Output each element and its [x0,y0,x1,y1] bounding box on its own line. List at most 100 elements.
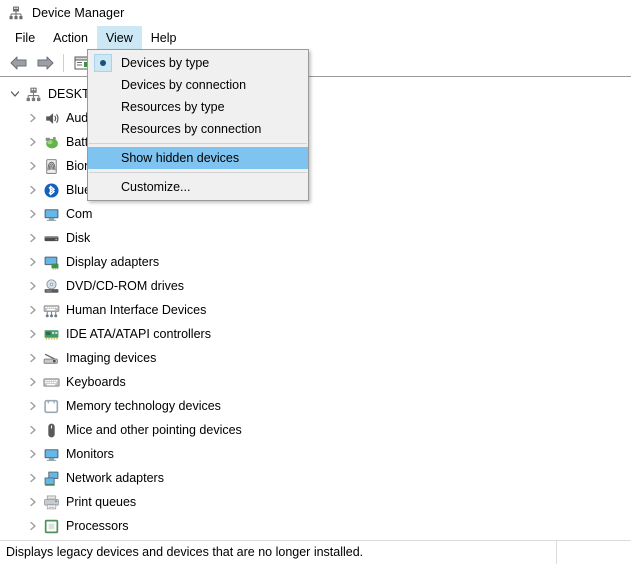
menu-item-label: Resources by type [121,100,225,114]
chevron-right-icon[interactable] [24,298,42,322]
scanner-icon [42,349,60,367]
chevron-right-icon[interactable] [24,322,42,346]
radio-selected-icon [88,52,118,74]
chevron-right-icon[interactable] [24,226,42,250]
hid-icon [42,301,60,319]
menu-item-label: Show hidden devices [121,151,240,165]
menu-view[interactable]: View [96,26,142,49]
forward-arrow-icon [37,56,54,69]
chevron-right-icon[interactable] [24,442,42,466]
menu-item-label: Customize... [121,180,191,194]
menu-gutter [88,74,118,96]
keyboard-icon [42,373,60,391]
tree-item-label: Disk [66,231,91,245]
memory-icon [42,397,60,415]
tree-item-label: Mice and other pointing devices [66,423,242,437]
mouse-icon [42,421,60,439]
device-manager-icon [8,5,24,21]
tree-item-label: Processors [66,519,129,533]
chevron-right-icon[interactable] [24,202,42,226]
tree-item-dvd-cd-rom-drives[interactable]: DVD/CD-ROM drives [0,274,631,298]
tree-item-label: DVD/CD-ROM drives [66,279,185,293]
tree-item-mice-and-other-pointing-devices[interactable]: Mice and other pointing devices [0,418,631,442]
menu-separator-2 [89,172,307,173]
disk-icon [42,229,60,247]
menu-gutter [88,176,118,198]
chevron-right-icon[interactable] [24,178,42,202]
chevron-right-icon[interactable] [24,394,42,418]
menu-item-label: Devices by connection [121,78,247,92]
back-arrow-icon [10,56,27,69]
chevron-right-icon[interactable] [24,466,42,490]
window-title: Device Manager [32,6,125,20]
tree-item-label: Keyboards [66,375,126,389]
tree-item-label: Aud [66,111,89,125]
network-icon [42,469,60,487]
battery-icon [42,133,60,151]
tree-item-processors[interactable]: Processors [0,514,631,538]
tree-item-label: Display adapters [66,255,160,269]
fingerprint-icon [42,157,60,175]
tree-item-memory-technology-devices[interactable]: Memory technology devices [0,394,631,418]
chevron-right-icon[interactable] [24,130,42,154]
tree-item-disk-drives[interactable]: Disk [0,226,631,250]
menu-item-resources-by-connection[interactable]: Resources by connection [88,118,308,140]
tree-item-print-queues[interactable]: Print queues [0,490,631,514]
chevron-right-icon[interactable] [24,514,42,538]
tree-item-label: IDE ATA/ATAPI controllers [66,327,211,341]
menu-file[interactable]: File [6,26,44,49]
forward-button[interactable] [32,51,58,75]
title-bar: Device Manager [0,0,631,26]
toolbar-separator [63,53,64,72]
tree-item-computer[interactable]: Com [0,202,631,226]
menu-item-show-hidden-devices[interactable]: Show hidden devices [88,147,308,169]
view-dropdown-menu: Devices by type Devices by connection Re… [87,49,309,201]
tree-item-human-interface-devices[interactable]: Human Interface Devices [0,298,631,322]
status-bar: Displays legacy devices and devices that… [0,540,631,564]
menu-item-resources-by-type[interactable]: Resources by type [88,96,308,118]
bluetooth-icon [42,181,60,199]
chevron-right-icon[interactable] [24,418,42,442]
chevron-right-icon[interactable] [24,106,42,130]
back-button[interactable] [6,51,32,75]
controller-card-icon [42,325,60,343]
computer-icon [24,85,42,103]
tree-item-label: Print queues [66,495,137,509]
optical-drive-icon [42,277,60,295]
tree-item-label: Memory technology devices [66,399,221,413]
menu-item-label: Resources by connection [121,122,262,136]
tree-item-label: Human Interface Devices [66,303,207,317]
tree-item-imaging-devices[interactable]: Imaging devices [0,346,631,370]
chevron-right-icon[interactable] [24,370,42,394]
tree-item-network-adapters[interactable]: Network adapters [0,466,631,490]
menu-gutter [88,96,118,118]
monitor-icon [42,445,60,463]
tree-item-monitors[interactable]: Monitors [0,442,631,466]
monitor-icon [42,205,60,223]
menu-item-label: Devices by type [121,56,210,70]
tree-item-keyboards[interactable]: Keyboards [0,370,631,394]
menu-item-devices-by-connection[interactable]: Devices by connection [88,74,308,96]
chevron-right-icon[interactable] [24,490,42,514]
printer-icon [42,493,60,511]
status-message: Displays legacy devices and devices that… [0,540,557,564]
chevron-right-icon[interactable] [24,274,42,298]
chevron-right-icon[interactable] [24,346,42,370]
status-pane-secondary [557,541,631,564]
menu-help[interactable]: Help [142,26,186,49]
chevron-right-icon[interactable] [24,250,42,274]
menu-item-customize[interactable]: Customize... [88,176,308,198]
tree-item-ide-ata-atapi-controllers[interactable]: IDE ATA/ATAPI controllers [0,322,631,346]
tree-item-label: Imaging devices [66,351,157,365]
menu-gutter [88,147,118,169]
tree-item-label: Monitors [66,447,114,461]
menu-bar: File Action View Help [0,26,631,49]
menu-item-devices-by-type[interactable]: Devices by type [88,52,308,74]
tree-item-label: Batt [66,135,89,149]
menu-action[interactable]: Action [44,26,97,49]
display-adapter-icon [42,253,60,271]
menu-gutter [88,118,118,140]
tree-item-display-adapters[interactable]: Display adapters [0,250,631,274]
chevron-down-icon[interactable] [6,82,24,106]
chevron-right-icon[interactable] [24,154,42,178]
